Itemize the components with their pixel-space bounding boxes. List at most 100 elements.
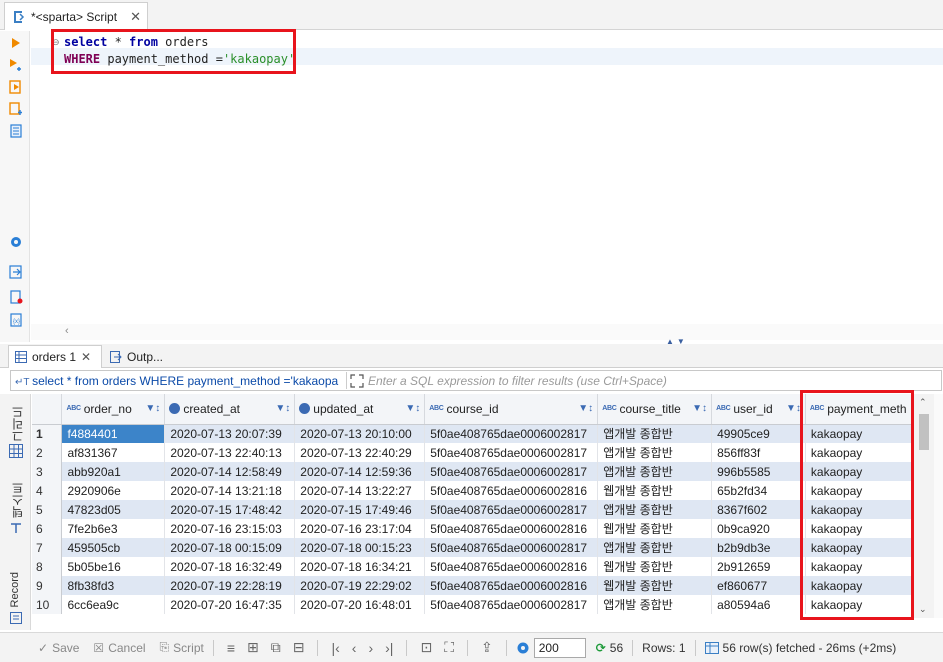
table-cell[interactable]: 2020-07-15 17:48:42 — [164, 500, 296, 519]
table-cell[interactable]: 49905ce9 — [711, 424, 806, 443]
table-cell[interactable]: 65b2fd34 — [711, 481, 806, 500]
table-cell[interactable]: af831367 — [61, 443, 166, 462]
text-view-icon[interactable] — [10, 522, 22, 534]
table-cell[interactable]: 5f0ae408765dae0006002816 — [424, 481, 599, 500]
previous-row-icon[interactable]: ‹ — [348, 640, 361, 656]
fullscreen-icon[interactable]: ⛶ — [440, 639, 458, 656]
execute-script-new-tab-icon[interactable] — [8, 101, 24, 117]
filter-sort-icon[interactable]: ▼↕ — [405, 403, 420, 414]
table-cell[interactable]: 2020-07-18 16:34:21 — [294, 557, 426, 576]
filter-sort-icon[interactable]: ▼↕ — [578, 403, 593, 414]
export-icon[interactable] — [8, 264, 24, 280]
table-cell[interactable]: 856ff83f — [711, 443, 806, 462]
explain-plan-icon[interactable] — [8, 123, 24, 139]
table-row[interactable]: 6 7fe2b6e3 2020-07-16 23:15:03 2020-07-16 2… — [32, 519, 914, 538]
editor-tab-script[interactable]: *<sparta> Script ✕ — [4, 2, 148, 30]
new-file-icon[interactable] — [8, 289, 24, 305]
filter-sort-icon[interactable]: ▼↕ — [692, 403, 707, 414]
cancel-button[interactable]: ☒ Cancel — [93, 641, 145, 655]
table-cell[interactable]: 웹개발 종합반 — [597, 557, 713, 576]
table-cell[interactable]: 2020-07-18 00:15:09 — [164, 538, 296, 557]
table-cell[interactable]: 2020-07-14 13:22:27 — [294, 481, 426, 500]
first-row-icon[interactable]: |‹ — [327, 640, 343, 656]
expand-icon[interactable] — [350, 373, 364, 388]
row-number[interactable]: 7 — [32, 538, 63, 557]
execute-new-tab-icon[interactable] — [8, 57, 24, 73]
table-cell[interactable]: 8367f602 — [711, 500, 806, 519]
table-row[interactable]: 5 47823d05 2020-07-15 17:48:42 2020-07-15 1… — [32, 500, 914, 519]
table-cell[interactable]: 2020-07-16 23:15:03 — [164, 519, 296, 538]
table-cell[interactable]: abb920a1 — [61, 462, 166, 481]
table-cell[interactable]: 2b912659 — [711, 557, 806, 576]
refresh-button[interactable]: ⟳ — [596, 641, 606, 655]
column-header-order-no[interactable]: ABC order_no ▼↕ — [61, 394, 166, 425]
filter-input[interactable]: Enter a SQL expression to filter results… — [364, 374, 667, 388]
table-row[interactable]: 10 6cc6ea9c 2020-07-20 16:47:35 2020-07-20 … — [32, 595, 914, 614]
column-header-user-id[interactable]: ABC user_id ▼↕ — [711, 394, 806, 425]
editor-horizontal-scrollbar[interactable]: ‹ — [31, 324, 943, 340]
table-cell[interactable]: 5f0ae408765dae0006002817 — [424, 443, 599, 462]
table-cell[interactable]: 2020-07-20 16:48:01 — [294, 595, 426, 614]
table-row[interactable]: 4 2920906e 2020-07-14 13:21:18 2020-07-14 1… — [32, 481, 914, 500]
table-cell[interactable]: 2020-07-20 16:47:35 — [164, 595, 296, 614]
execute-script-icon[interactable] — [8, 79, 24, 95]
table-cell[interactable]: 웹개발 종합반 — [597, 481, 713, 500]
table-cell[interactable]: 2020-07-13 20:07:39 — [164, 424, 296, 443]
table-cell[interactable]: 2020-07-14 12:58:49 — [164, 462, 296, 481]
table-cell[interactable]: 5f0ae408765dae0006002816 — [424, 557, 599, 576]
table-cell[interactable]: 0b9ca920 — [711, 519, 806, 538]
column-header-course-id[interactable]: ABC course_id ▼↕ — [424, 394, 599, 425]
tab-record-view[interactable]: Record — [9, 572, 21, 607]
grid-icon[interactable] — [9, 444, 23, 458]
table-cell[interactable]: 앱개발 종합반 — [597, 462, 713, 481]
tab-output[interactable]: Outp... — [104, 345, 190, 368]
row-number[interactable]: 4 — [32, 481, 63, 500]
filter-sort-icon[interactable]: ▼↕ — [275, 403, 290, 414]
tab-text-view[interactable]: 텍스트 — [9, 482, 26, 518]
scroll-up-icon[interactable]: ⌃ — [919, 397, 927, 408]
table-cell[interactable]: 5f0ae408765dae0006002817 — [424, 500, 599, 519]
table-cell[interactable]: 2020-07-13 22:40:13 — [164, 443, 296, 462]
close-icon[interactable]: ✕ — [130, 9, 141, 25]
table-cell[interactable]: 앱개발 종합반 — [597, 443, 713, 462]
edit-row-icon[interactable]: ≡ — [223, 640, 239, 656]
table-row[interactable]: 1 f4884401 2020-07-13 20:07:39 2020-07-13 2… — [32, 424, 914, 443]
table-row[interactable]: 9 8fb38fd3 2020-07-19 22:28:19 2020-07-19 2… — [32, 576, 914, 595]
column-header-updated-at[interactable]: updated_at ▼↕ — [294, 394, 426, 425]
table-cell[interactable]: 5f0ae408765dae0006002817 — [424, 538, 599, 557]
table-cell[interactable]: 2020-07-19 22:28:19 — [164, 576, 296, 595]
table-cell[interactable]: 5f0ae408765dae0006002817 — [424, 595, 599, 614]
table-cell[interactable]: 앱개발 종합반 — [597, 500, 713, 519]
row-number[interactable]: 9 — [32, 576, 63, 595]
table-cell[interactable]: 5f0ae408765dae0006002816 — [424, 519, 599, 538]
filter-bar[interactable]: ↵T select * from orders WHERE payment_me… — [10, 370, 942, 391]
settings-gear-icon[interactable] — [516, 641, 530, 655]
execute-statement-icon[interactable] — [8, 35, 24, 51]
row-number[interactable]: 3 — [32, 462, 63, 481]
table-row[interactable]: 7 459505cb 2020-07-18 00:15:09 2020-07-18 0… — [32, 538, 914, 557]
table-cell[interactable]: ef860677 — [711, 576, 806, 595]
table-row[interactable]: 3 abb920a1 2020-07-14 12:58:49 2020-07-14 1… — [32, 462, 914, 481]
row-number[interactable]: 10 — [32, 595, 63, 614]
variables-icon[interactable]: {x} — [8, 312, 24, 328]
table-cell[interactable]: 2020-07-18 00:15:23 — [294, 538, 426, 557]
table-cell[interactable]: 5f0ae408765dae0006002816 — [424, 576, 599, 595]
table-cell[interactable]: 웹개발 종합반 — [597, 576, 713, 595]
table-cell[interactable]: 2020-07-18 16:32:49 — [164, 557, 296, 576]
table-cell[interactable]: b2b9db3e — [711, 538, 806, 557]
copy-row-icon[interactable]: ⧉ — [267, 639, 285, 656]
filter-sort-icon[interactable]: ▼↕ — [145, 403, 160, 414]
table-cell[interactable]: 2020-07-13 22:40:29 — [294, 443, 426, 462]
row-number[interactable]: 8 — [32, 557, 63, 576]
result-grid[interactable]: ABC order_no ▼↕ created_at ▼↕ updated_at ▼↕ … — [32, 394, 914, 614]
scroll-left-icon[interactable]: ‹ — [65, 325, 69, 337]
row-number[interactable]: 1 — [32, 424, 63, 443]
table-cell[interactable]: 웹개발 종합반 — [597, 519, 713, 538]
close-icon[interactable]: ✕ — [81, 350, 91, 364]
table-cell[interactable]: 2020-07-19 22:29:02 — [294, 576, 426, 595]
save-button[interactable]: ✓ Save — [38, 641, 79, 655]
table-cell[interactable]: 47823d05 — [61, 500, 166, 519]
table-cell[interactable]: 앱개발 종합반 — [597, 595, 713, 614]
script-button[interactable]: ⎘ Script — [160, 640, 204, 655]
table-cell[interactable]: 2020-07-16 23:17:04 — [294, 519, 426, 538]
